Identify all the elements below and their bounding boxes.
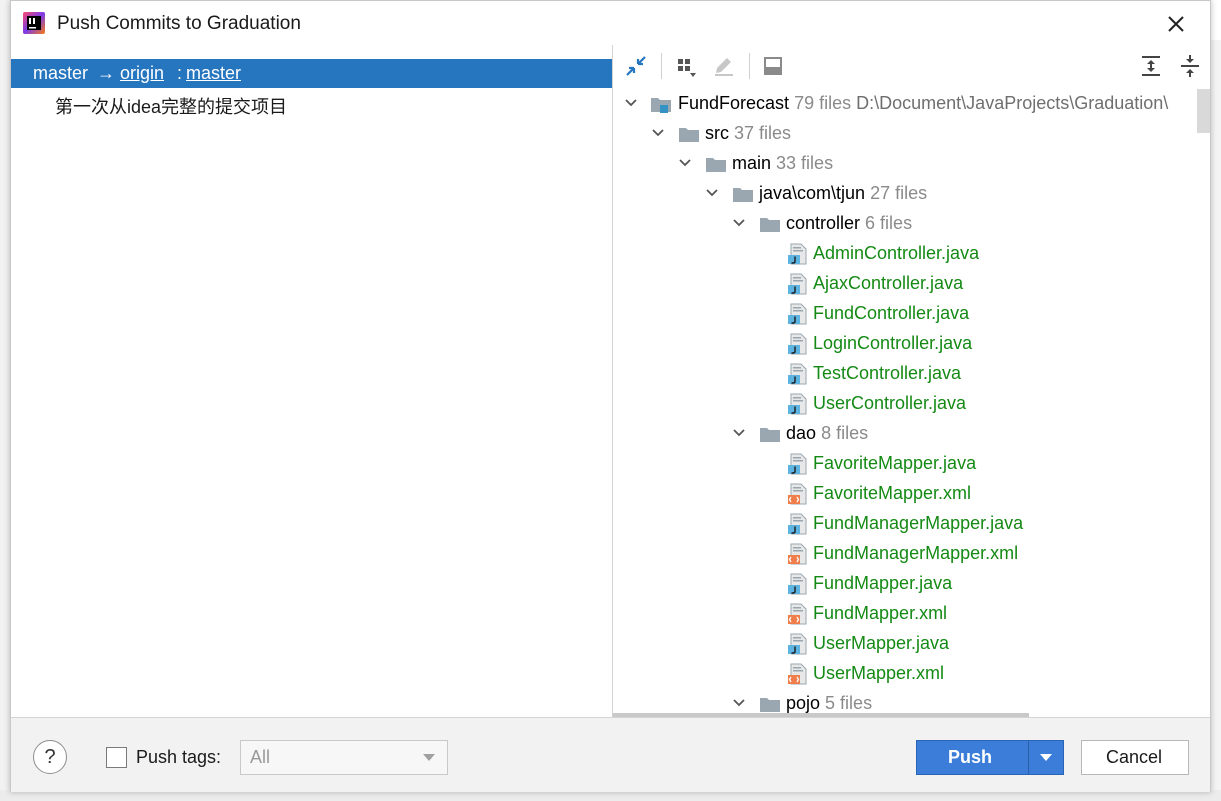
xml-file-icon: [788, 663, 807, 685]
push-tags-label[interactable]: Push tags:: [136, 747, 221, 768]
collapse-arrows-icon[interactable]: [623, 53, 649, 79]
tags-select-value: All: [250, 747, 271, 767]
file-name: UserController.java: [813, 393, 967, 413]
file-name: FundMapper.xml: [813, 603, 948, 623]
xml-file-icon: [788, 543, 807, 565]
file-name: AjaxController.java: [813, 273, 964, 293]
file-name: FavoriteMapper.java: [813, 453, 977, 473]
file-name: FundController.java: [813, 303, 970, 323]
file-name: TestController.java: [813, 363, 962, 383]
branch-arrow: →: [97, 63, 115, 83]
xml-file-icon: [788, 483, 807, 505]
java-file-icon: [788, 513, 807, 535]
push-options-dropdown[interactable]: [1028, 740, 1064, 775]
dropdown-arrow-icon: [1040, 754, 1052, 761]
dropdown-arrow-icon: [423, 754, 435, 761]
pojo-count: 5 files: [825, 693, 873, 713]
chevron-down-icon[interactable]: [704, 185, 720, 201]
folder-icon: [733, 188, 753, 202]
push-commits-dialog: Push Commits to Graduation master → orig…: [10, 0, 1211, 792]
push-button[interactable]: Push: [916, 740, 1030, 775]
dialog-footer: ? Push tags: All Push Cancel: [11, 717, 1210, 792]
file-name: AdminController.java: [813, 243, 980, 263]
tags-select[interactable]: All: [240, 740, 448, 775]
file-name: FavoriteMapper.xml: [813, 483, 972, 503]
chevron-down-icon[interactable]: [677, 155, 693, 171]
chevron-down-icon[interactable]: [731, 215, 747, 231]
group-by-icon[interactable]: [673, 53, 699, 79]
dialog-title: Push Commits to Graduation: [57, 13, 301, 34]
commits-pane: master → origin : master 第一次从idea完整的提交项目: [11, 45, 613, 717]
java-file-icon: [788, 633, 807, 655]
cancel-label: Cancel: [1106, 747, 1163, 767]
remote-branch-link[interactable]: master: [186, 63, 241, 84]
module-folder-icon: [651, 98, 671, 113]
changes-pane: FundForecast 79 files D:\Document\JavaPr…: [613, 45, 1210, 717]
file-name: FundManagerMapper.java: [813, 513, 1024, 533]
local-branch: master: [33, 63, 89, 83]
file-name: UserMapper.java: [813, 633, 950, 653]
java-file-icon: [788, 573, 807, 595]
package-count: 27 files: [870, 183, 928, 203]
src-count: 37 files: [734, 123, 792, 143]
expand-all-icon[interactable]: [1138, 53, 1164, 79]
java-file-icon: [788, 273, 807, 295]
file-name: UserMapper.xml: [813, 663, 945, 683]
folder-icon: [706, 158, 726, 172]
toolbar-separator: [749, 53, 750, 79]
controller-count: 6 files: [865, 213, 913, 233]
edit-source-icon[interactable]: [711, 53, 737, 79]
chevron-down-icon[interactable]: [650, 125, 666, 141]
title-bar: Push Commits to Graduation: [11, 1, 1210, 45]
main-count: 33 files: [776, 153, 834, 173]
folder-icon: [760, 218, 780, 232]
close-icon[interactable]: [1161, 9, 1191, 39]
dao-name: dao: [786, 423, 817, 443]
file-name: FundManagerMapper.xml: [813, 543, 1019, 563]
package-name: java\com\tjun: [759, 183, 866, 203]
intellij-logo-icon: [23, 12, 45, 34]
xml-file-icon: [788, 603, 807, 625]
vertical-scrollbar[interactable]: [1197, 89, 1210, 133]
file-name: LoginController.java: [813, 333, 973, 353]
root-name: FundForecast: [678, 93, 790, 113]
cancel-button[interactable]: Cancel: [1081, 740, 1189, 775]
toolbar-separator: [661, 53, 662, 79]
java-file-icon: [788, 363, 807, 385]
folder-icon: [760, 428, 780, 442]
java-file-icon: [788, 393, 807, 415]
dao-count: 8 files: [821, 423, 869, 443]
tree-node-root[interactable]: FundForecast 79 files D:\Document\JavaPr…: [613, 89, 1210, 119]
root-count: 79 files: [794, 93, 852, 113]
chevron-down-icon[interactable]: [623, 95, 639, 111]
src-name: src: [705, 123, 729, 143]
java-file-icon: [788, 453, 807, 475]
chevron-down-icon[interactable]: [731, 695, 747, 711]
push-tags-checkbox[interactable]: [106, 747, 127, 768]
changes-toolbar: [613, 45, 1210, 87]
root-path: D:\Document\JavaProjects\Graduation\: [856, 93, 1169, 113]
folder-icon: [679, 128, 699, 142]
remote-name-link[interactable]: origin: [120, 63, 164, 84]
file-name: FundMapper.java: [813, 573, 953, 593]
java-file-icon: [788, 243, 807, 265]
collapse-all-icon[interactable]: [1177, 53, 1203, 79]
branch-row[interactable]: master → origin : master: [11, 59, 612, 88]
preview-diff-icon[interactable]: [760, 53, 786, 79]
main-name: main: [732, 153, 772, 173]
push-label: Push: [948, 747, 993, 767]
controller-name: controller: [786, 213, 861, 233]
java-file-icon: [788, 333, 807, 355]
help-button[interactable]: ?: [33, 740, 67, 774]
folder-icon: [760, 698, 780, 712]
chevron-down-icon[interactable]: [731, 425, 747, 441]
pojo-name: pojo: [786, 693, 821, 713]
commit-item[interactable]: 第一次从idea完整的提交项目: [55, 93, 287, 119]
java-file-icon: [788, 303, 807, 325]
branch-separator: :: [177, 63, 183, 83]
